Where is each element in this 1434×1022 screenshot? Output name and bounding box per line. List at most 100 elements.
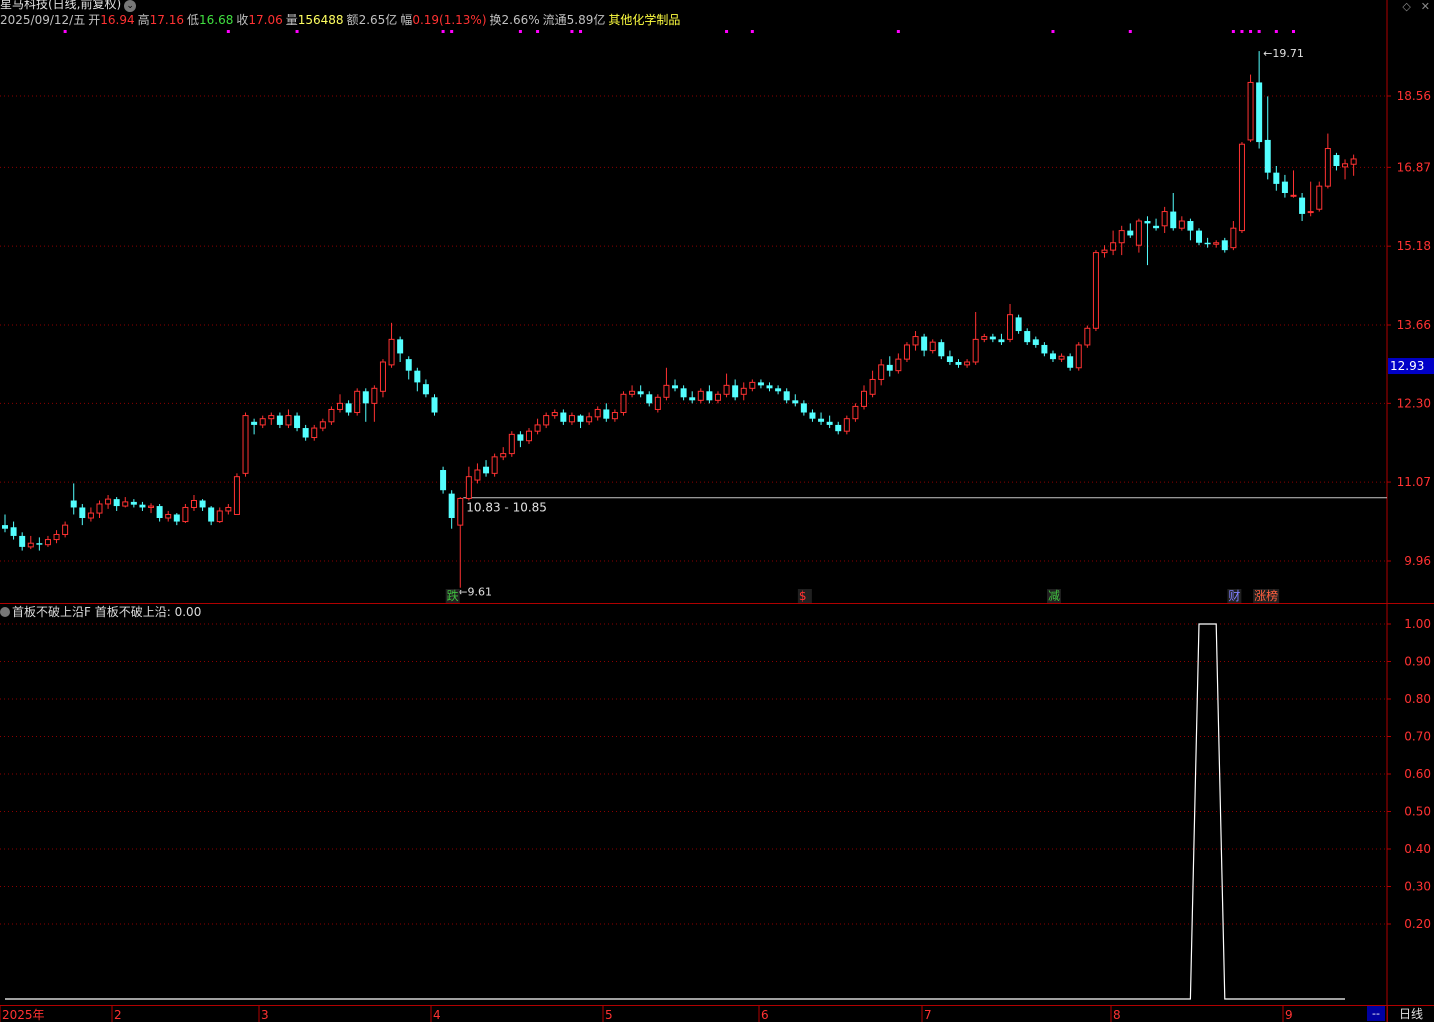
candle-body xyxy=(611,412,618,420)
candle-body xyxy=(242,415,249,474)
candle xyxy=(938,339,945,360)
indicator-name[interactable]: 首板不破上沿F xyxy=(12,605,91,619)
candle xyxy=(362,388,369,422)
candle-body xyxy=(1213,242,1220,245)
signal-marker xyxy=(750,30,754,33)
candle-body xyxy=(517,434,524,441)
candle-body xyxy=(1238,143,1245,232)
candle xyxy=(311,424,318,441)
candle-body xyxy=(534,424,541,432)
date-tick-label: 6 xyxy=(761,1008,769,1022)
candle-body xyxy=(946,356,953,363)
date-tick-label: 9 xyxy=(1285,1008,1293,1022)
low-label: 低 xyxy=(186,13,199,27)
candle xyxy=(929,339,936,354)
signal-marker xyxy=(1128,30,1132,33)
candle xyxy=(826,415,833,429)
candle xyxy=(1307,181,1314,217)
window-controls: ◇ ✕ xyxy=(1392,0,1430,13)
high-value: 17.16 xyxy=(149,13,184,27)
candle-body xyxy=(551,412,558,417)
candle xyxy=(337,394,344,413)
candle xyxy=(1273,165,1280,191)
period-tab-daily[interactable]: 日线 xyxy=(1387,1006,1434,1022)
candle xyxy=(173,513,180,526)
candle-body xyxy=(1264,139,1271,173)
candle xyxy=(1264,96,1271,180)
indicator-tick-label: 0.40 xyxy=(1404,842,1431,856)
candle-body xyxy=(1187,221,1194,231)
candle xyxy=(500,447,507,461)
candle-body xyxy=(637,391,644,395)
indicator-header: 首板不破上沿F 首板不破上沿: 0.00 xyxy=(0,604,201,620)
candle-body xyxy=(199,500,206,508)
candle xyxy=(525,428,532,444)
candle xyxy=(534,418,541,435)
candle-body xyxy=(362,391,369,404)
candle xyxy=(87,507,94,522)
range-annotation: 10.83 - 10.85 xyxy=(466,501,547,515)
candle-body xyxy=(1290,194,1297,197)
candle xyxy=(1333,152,1340,171)
candle-body xyxy=(826,421,833,425)
candle-body xyxy=(568,415,575,423)
candle xyxy=(749,379,756,392)
candle-body xyxy=(311,427,318,439)
candle-body xyxy=(225,506,232,512)
candle-body xyxy=(216,510,223,523)
period-scroll-button[interactable]: -- xyxy=(1367,1006,1385,1021)
candle xyxy=(79,503,86,526)
candle xyxy=(1299,193,1306,222)
indicator-tick-label: 0.20 xyxy=(1404,917,1431,931)
candle-body xyxy=(319,421,326,429)
candle xyxy=(766,382,773,392)
candle-body xyxy=(740,387,747,395)
candle xyxy=(1230,221,1237,251)
event-tag: 涨榜 xyxy=(1254,588,1278,603)
candle-body xyxy=(723,384,730,395)
candle-body xyxy=(886,364,893,371)
candle xyxy=(10,521,17,540)
candle xyxy=(1281,174,1288,198)
candle-body xyxy=(955,362,962,365)
event-tag: 跌 xyxy=(447,588,459,603)
candle-body xyxy=(259,418,266,426)
chevron-down-icon[interactable]: ⌄ xyxy=(124,0,137,12)
candle xyxy=(835,421,842,435)
candle-body xyxy=(414,370,421,383)
candle-body xyxy=(62,524,69,535)
candle-body xyxy=(474,469,481,481)
candle xyxy=(1316,181,1323,212)
candle-body xyxy=(989,336,996,340)
close-value: 17.06 xyxy=(248,13,283,27)
candle xyxy=(422,379,429,398)
candle xyxy=(620,391,627,416)
signal-marker xyxy=(579,30,583,33)
candle xyxy=(53,530,60,544)
candle-body xyxy=(560,412,567,422)
candle xyxy=(285,409,292,429)
indicator-toggle-icon[interactable] xyxy=(0,607,10,617)
candle-body xyxy=(139,504,146,508)
diamond-icon[interactable]: ◇ xyxy=(1402,0,1410,13)
candle xyxy=(465,466,472,501)
close-icon[interactable]: ✕ xyxy=(1421,0,1430,13)
candle-body xyxy=(302,428,309,438)
candle xyxy=(946,350,953,365)
signal-marker xyxy=(725,30,729,33)
candle-body xyxy=(800,403,807,413)
candle-body xyxy=(96,503,103,514)
candle xyxy=(1247,74,1254,143)
candle xyxy=(912,331,919,351)
candle-body xyxy=(1196,230,1203,243)
candle xyxy=(448,490,455,529)
chart-canvas[interactable]: 18.56 16.87 15.18 13.66 12.30 11.07 9.96 12.93 1… xyxy=(0,0,1434,1022)
candle xyxy=(869,370,876,398)
candle-body xyxy=(508,433,515,455)
price-tick-label: 18.56 xyxy=(1397,89,1431,103)
candle-body xyxy=(706,391,713,401)
candle-body xyxy=(36,543,43,545)
candle xyxy=(233,473,240,515)
event-tag: 减 xyxy=(1048,589,1060,603)
signal-marker xyxy=(1257,30,1261,33)
